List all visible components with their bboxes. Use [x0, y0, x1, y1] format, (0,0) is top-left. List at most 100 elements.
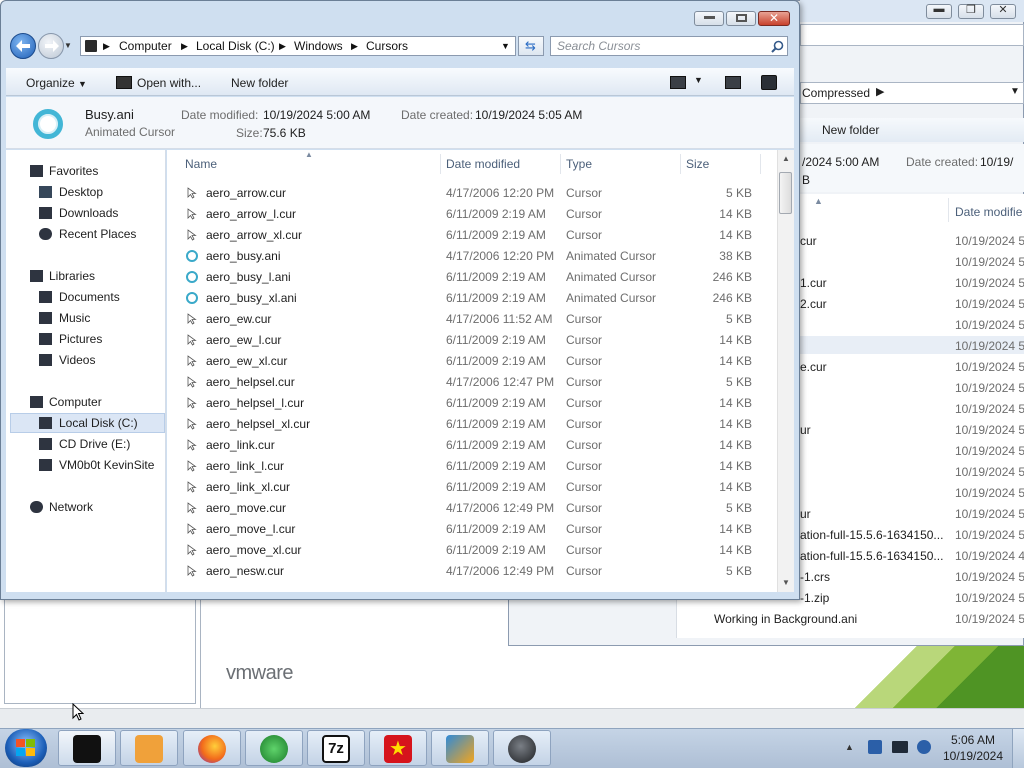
- back-file-name[interactable]: 1.cur: [800, 276, 827, 290]
- back-close-button[interactable]: ✕: [990, 4, 1016, 19]
- search-icon[interactable]: [771, 40, 784, 53]
- back-maximize-button[interactable]: ❐: [958, 4, 984, 19]
- back-file-name[interactable]: ation-full-15.5.6-1634150...: [800, 549, 943, 563]
- breadcrumb-separator-icon[interactable]: ▶: [181, 41, 188, 52]
- taskbar-vmware-button[interactable]: [431, 730, 489, 766]
- network-tray-icon[interactable]: [892, 741, 908, 753]
- breadcrumb-separator-icon[interactable]: ▶: [279, 41, 286, 52]
- nav-cd-drive[interactable]: CD Drive (E:): [10, 434, 170, 454]
- nav-recent-places[interactable]: Recent Places: [10, 224, 170, 244]
- volume-icon[interactable]: [917, 740, 931, 754]
- file-row[interactable]: aero_ew_xl.cur 6/11/2009 2:19 AM Cursor 14 …: [167, 351, 777, 372]
- scrollbar-thumb[interactable]: [779, 172, 792, 214]
- nav-local-disk-selected[interactable]: Local Disk (C:): [10, 413, 165, 433]
- breadcrumb-separator-icon[interactable]: ▶: [103, 41, 110, 52]
- file-row[interactable]: aero_arrow_l.cur 6/11/2009 2:19 AM Cursor 1…: [167, 204, 777, 225]
- open-with-button[interactable]: Open with...: [137, 76, 201, 90]
- column-separator[interactable]: [440, 154, 441, 174]
- taskbar-clock[interactable]: 5:06 AM 10/19/2024: [941, 732, 1005, 764]
- breadcrumb-separator-icon[interactable]: ▶: [351, 41, 358, 52]
- taskbar-7zip-button[interactable]: 7z: [307, 730, 365, 766]
- breadcrumb-computer[interactable]: Computer: [119, 39, 172, 53]
- file-row[interactable]: aero_move.cur 4/17/2006 12:49 PM Cursor 5 K…: [167, 498, 777, 519]
- taskbar-vietkey-button[interactable]: ★: [369, 730, 427, 766]
- column-header-date[interactable]: Date modified: [446, 157, 520, 171]
- back-button[interactable]: [10, 33, 36, 59]
- minimize-button[interactable]: [694, 11, 724, 26]
- show-desktop-button[interactable]: [1012, 729, 1024, 768]
- nav-pictures[interactable]: Pictures: [10, 329, 170, 349]
- back-file-name[interactable]: -1.crs: [800, 570, 830, 584]
- breadcrumb-cursors[interactable]: Cursors: [366, 39, 408, 53]
- vertical-scrollbar[interactable]: ▲ ▼: [777, 150, 794, 592]
- chevron-right-icon[interactable]: ▶: [876, 85, 884, 98]
- column-separator[interactable]: [760, 154, 761, 174]
- nav-network-share[interactable]: VM0b0t KevinSite: [10, 455, 170, 475]
- new-folder-button[interactable]: New folder: [231, 76, 288, 90]
- nav-documents[interactable]: Documents: [10, 287, 170, 307]
- file-row[interactable]: aero_busy_xl.ani 6/11/2009 2:19 AM Animate…: [167, 288, 777, 309]
- taskbar-mouse-app-button[interactable]: [493, 730, 551, 766]
- back-file-name[interactable]: cur: [800, 234, 817, 248]
- file-row[interactable]: aero_move_l.cur 6/11/2009 2:19 AM Cursor 14…: [167, 519, 777, 540]
- scroll-down-icon[interactable]: ▼: [782, 578, 790, 587]
- back-file-name[interactable]: e.cur: [800, 360, 827, 374]
- forward-button[interactable]: [38, 33, 64, 59]
- file-row[interactable]: aero_ew.cur 4/17/2006 11:52 AM Cursor 5 KB: [167, 309, 777, 330]
- nav-desktop[interactable]: Desktop: [10, 182, 170, 202]
- taskbar-firefox-button[interactable]: [183, 730, 241, 766]
- file-row[interactable]: aero_busy_l.ani 6/11/2009 2:19 AM Animated…: [167, 267, 777, 288]
- file-row[interactable]: aero_helpsel_l.cur 6/11/2009 2:19 AM Curso…: [167, 393, 777, 414]
- nav-network[interactable]: Network: [10, 497, 170, 517]
- change-view-icon[interactable]: [670, 76, 686, 89]
- back-file-name[interactable]: Working in Background.ani: [714, 612, 857, 626]
- column-separator[interactable]: [680, 154, 681, 174]
- back-new-folder-button[interactable]: New folder: [822, 123, 879, 137]
- back-minimize-button[interactable]: ▬: [926, 3, 952, 19]
- search-box[interactable]: Search Cursors: [550, 36, 788, 56]
- file-row[interactable]: aero_link.cur 6/11/2009 2:19 AM Cursor 14 K…: [167, 435, 777, 456]
- file-row[interactable]: aero_move_xl.cur 6/11/2009 2:19 AM Cursor 1…: [167, 540, 777, 561]
- address-history-chevron-icon[interactable]: ▼: [501, 41, 510, 51]
- taskbar-explorer-button[interactable]: [58, 730, 116, 766]
- search-input[interactable]: Search Cursors: [557, 39, 640, 53]
- back-search-box[interactable]: [800, 24, 1024, 46]
- preview-pane-icon[interactable]: [725, 76, 741, 89]
- nav-computer[interactable]: Computer: [10, 392, 170, 412]
- file-row[interactable]: aero_link_l.cur 6/11/2009 2:19 AM Cursor 14…: [167, 456, 777, 477]
- help-icon[interactable]: [761, 75, 777, 90]
- back-file-name[interactable]: ur: [800, 423, 811, 437]
- breadcrumb-local-disk[interactable]: Local Disk (C:): [196, 39, 275, 53]
- file-row[interactable]: aero_nesw.cur 4/17/2006 12:49 PM Cursor 5 K…: [167, 561, 777, 582]
- nav-libraries[interactable]: Libraries: [10, 266, 170, 286]
- file-row[interactable]: aero_link_xl.cur 6/11/2009 2:19 AM Cursor 1…: [167, 477, 777, 498]
- close-button[interactable]: ✕: [758, 11, 790, 26]
- organize-button[interactable]: Organize ▼: [26, 76, 87, 90]
- back-file-name[interactable]: ation-full-15.5.6-1634150...: [800, 528, 943, 542]
- taskbar-media-player-button[interactable]: [120, 730, 178, 766]
- back-breadcrumb-compressed[interactable]: Compressed: [802, 86, 870, 100]
- action-center-icon[interactable]: [868, 740, 882, 754]
- chevron-down-icon[interactable]: ▼: [1010, 86, 1020, 97]
- column-header-type[interactable]: Type: [566, 157, 592, 171]
- file-row[interactable]: aero_arrow.cur 4/17/2006 12:20 PM Cursor 5 …: [167, 183, 777, 204]
- back-file-name[interactable]: -1.zip: [800, 591, 829, 605]
- recent-pages-chevron-icon[interactable]: ▼: [64, 41, 72, 50]
- file-row[interactable]: aero_ew_l.cur 6/11/2009 2:19 AM Cursor 14 K…: [167, 330, 777, 351]
- column-separator[interactable]: [948, 198, 949, 222]
- start-button[interactable]: [5, 729, 47, 767]
- breadcrumb-windows[interactable]: Windows: [294, 39, 343, 53]
- column-separator[interactable]: [560, 154, 561, 174]
- address-bar[interactable]: ▶ Computer ▶ Local Disk (C:) ▶ Windows ▶…: [80, 36, 516, 56]
- file-row[interactable]: aero_helpsel.cur 4/17/2006 12:47 PM Cursor…: [167, 372, 777, 393]
- maximize-button[interactable]: [726, 11, 756, 26]
- file-row[interactable]: aero_busy.ani 4/17/2006 12:20 PM Animated …: [167, 246, 777, 267]
- back-col-date-modified[interactable]: Date modifie: [955, 205, 1022, 219]
- taskbar-download-manager-button[interactable]: [245, 730, 303, 766]
- back-file-name[interactable]: 2.cur: [800, 297, 827, 311]
- back-file-name[interactable]: ur: [800, 507, 811, 521]
- refresh-button[interactable]: ⇆: [518, 36, 544, 56]
- scroll-up-icon[interactable]: ▲: [782, 154, 790, 163]
- nav-videos[interactable]: Videos: [10, 350, 170, 370]
- nav-favorites[interactable]: Favorites: [10, 161, 170, 181]
